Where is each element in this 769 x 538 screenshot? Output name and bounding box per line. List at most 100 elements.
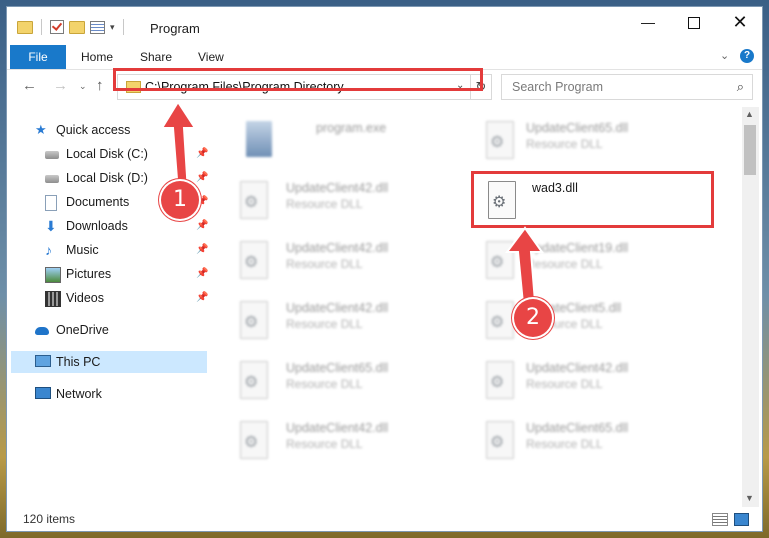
pin-icon[interactable]: 📌: [196, 167, 208, 189]
ribbon-expand-icon[interactable]: ⌄: [720, 49, 729, 62]
file-item-wad3[interactable]: wad3.dll: [482, 175, 712, 225]
file-name: UpdateClient5.dll: [526, 301, 622, 315]
minimize-button[interactable]: —: [625, 7, 671, 37]
tab-view[interactable]: View: [198, 45, 224, 69]
sidebar-item-this-pc[interactable]: This PC: [11, 351, 207, 373]
tab-share[interactable]: Share: [140, 45, 172, 69]
file-type: Resource DLL: [526, 137, 603, 151]
new-folder-icon[interactable]: [69, 20, 85, 34]
file-type: Resource DLL: [526, 437, 603, 451]
address-dropdown-icon[interactable]: ⌄: [456, 80, 464, 91]
download-icon: ⬇: [45, 218, 57, 234]
dll-file-icon: [486, 301, 514, 339]
documents-icon: [45, 195, 57, 211]
tab-file[interactable]: File: [10, 45, 66, 69]
sidebar-item-label: This PC: [56, 355, 101, 369]
scroll-down-icon[interactable]: ▼: [745, 493, 754, 503]
file-type: Resource DLL: [286, 437, 363, 451]
properties-icon[interactable]: [90, 20, 105, 34]
pin-icon[interactable]: 📌: [196, 215, 208, 237]
refresh-button[interactable]: ↻: [470, 75, 491, 99]
file-item[interactable]: UpdateClient19.dll Resource DLL: [480, 235, 710, 285]
sidebar-item-documents[interactable]: Documents 📌: [45, 191, 215, 213]
customize-toolbar-dropdown[interactable]: ▾: [110, 22, 115, 33]
help-icon[interactable]: ?: [740, 49, 754, 63]
sidebar-item-label: Pictures: [66, 267, 112, 281]
recent-locations-dropdown[interactable]: ⌄: [79, 81, 87, 92]
sidebar-item-label: OneDrive: [56, 323, 109, 337]
file-type: Resource DLL: [286, 377, 363, 391]
pin-icon[interactable]: 📌: [196, 263, 208, 285]
quick-access-toolbar: ▾: [17, 19, 127, 35]
close-button[interactable]: ✕: [717, 7, 762, 37]
up-button[interactable]: ↑: [96, 77, 104, 94]
pin-icon[interactable]: 📌: [196, 287, 208, 309]
dll-file-icon: [240, 361, 268, 399]
scroll-up-icon[interactable]: ▲: [745, 109, 754, 119]
tab-home[interactable]: Home: [81, 45, 113, 69]
navigation-bar: ← → ⌄ ↑ C:\Program Files\Program Directo…: [7, 71, 762, 101]
details-view-icon[interactable]: [712, 513, 728, 526]
sidebar-item-downloads[interactable]: ⬇ Downloads 📌: [45, 215, 215, 237]
sidebar-item-music[interactable]: ♪ Music 📌: [45, 239, 215, 261]
folder-icon[interactable]: [17, 20, 33, 34]
properties-check-icon[interactable]: [50, 20, 64, 34]
music-icon: ♪: [45, 242, 52, 258]
sidebar-item-label: Local Disk (D:): [66, 171, 148, 185]
file-name: UpdateClient42.dll: [526, 361, 629, 375]
file-type: Resource DLL: [526, 317, 603, 331]
address-path[interactable]: C:\Program Files\Program Directory: [145, 80, 344, 94]
sidebar-item-local-disk-c[interactable]: Local Disk (C:) 📌: [45, 143, 215, 165]
dll-file-icon: [486, 421, 514, 459]
maximize-button[interactable]: [671, 7, 717, 37]
sidebar-item-network[interactable]: Network: [35, 383, 205, 405]
file-name: program.exe: [316, 121, 387, 135]
cloud-icon: [35, 327, 49, 335]
status-bar: 120 items: [7, 509, 762, 531]
exe-file-icon: [246, 121, 272, 157]
file-item[interactable]: UpdateClient42.dll Resource DLL: [234, 175, 464, 225]
dll-file-icon: [240, 241, 268, 279]
address-bar[interactable]: C:\Program Files\Program Directory ⌄ ↻: [117, 74, 492, 100]
pin-icon[interactable]: 📌: [196, 191, 208, 213]
file-name: UpdateClient65.dll: [526, 421, 629, 435]
back-button[interactable]: ←: [22, 77, 37, 94]
sidebar-item-label: Videos: [66, 291, 104, 305]
file-item[interactable]: program.exe: [240, 115, 470, 165]
dll-file-icon: [486, 121, 514, 159]
explorer-window: ▾ Program — ✕ File Home Share View ⌄ ? ←…: [7, 7, 762, 531]
forward-button[interactable]: →: [53, 77, 68, 94]
sidebar-item-pictures[interactable]: Pictures 📌: [45, 263, 215, 285]
file-item[interactable]: UpdateClient42.dll Resource DLL: [234, 235, 464, 285]
file-type: Resource DLL: [526, 257, 603, 271]
pin-icon[interactable]: 📌: [196, 143, 208, 165]
file-type: Resource DLL: [286, 257, 363, 271]
file-item[interactable]: UpdateClient42.dll Resource DLL: [480, 355, 710, 405]
dll-file-icon: [240, 301, 268, 339]
sidebar-item-videos[interactable]: Videos 📌: [45, 287, 215, 309]
file-item[interactable]: UpdateClient65.dll Resource DLL: [480, 115, 710, 165]
network-icon: [35, 387, 51, 399]
disk-icon: [45, 151, 59, 159]
file-type: Resource DLL: [526, 377, 603, 391]
sidebar-item-local-disk-d[interactable]: Local Disk (D:) 📌: [45, 167, 215, 189]
maximize-icon: [688, 17, 700, 30]
file-type: Resource DLL: [286, 197, 363, 211]
file-item[interactable]: UpdateClient5.dll Resource DLL: [480, 295, 710, 345]
sidebar-item-quick-access[interactable]: ★ Quick access: [35, 119, 205, 141]
large-icons-view-icon[interactable]: [734, 513, 749, 526]
search-icon[interactable]: ⌕: [737, 79, 744, 95]
search-input[interactable]: Search Program ⌕: [501, 74, 753, 100]
sidebar-item-onedrive[interactable]: OneDrive: [35, 319, 205, 341]
scroll-thumb[interactable]: [744, 125, 756, 175]
file-item[interactable]: UpdateClient65.dll Resource DLL: [480, 415, 710, 465]
pin-icon[interactable]: 📌: [196, 239, 208, 261]
sidebar-item-label: Local Disk (C:): [66, 147, 148, 161]
dll-file-icon: [240, 181, 268, 219]
file-item[interactable]: UpdateClient65.dll Resource DLL: [234, 355, 464, 405]
vertical-scrollbar[interactable]: ▲ ▼: [742, 107, 759, 507]
title-bar: ▾ Program — ✕: [7, 7, 762, 45]
file-item[interactable]: UpdateClient42.dll Resource DLL: [234, 295, 464, 345]
file-item[interactable]: UpdateClient42.dll Resource DLL: [234, 415, 464, 465]
sidebar-item-label: Quick access: [56, 123, 131, 137]
